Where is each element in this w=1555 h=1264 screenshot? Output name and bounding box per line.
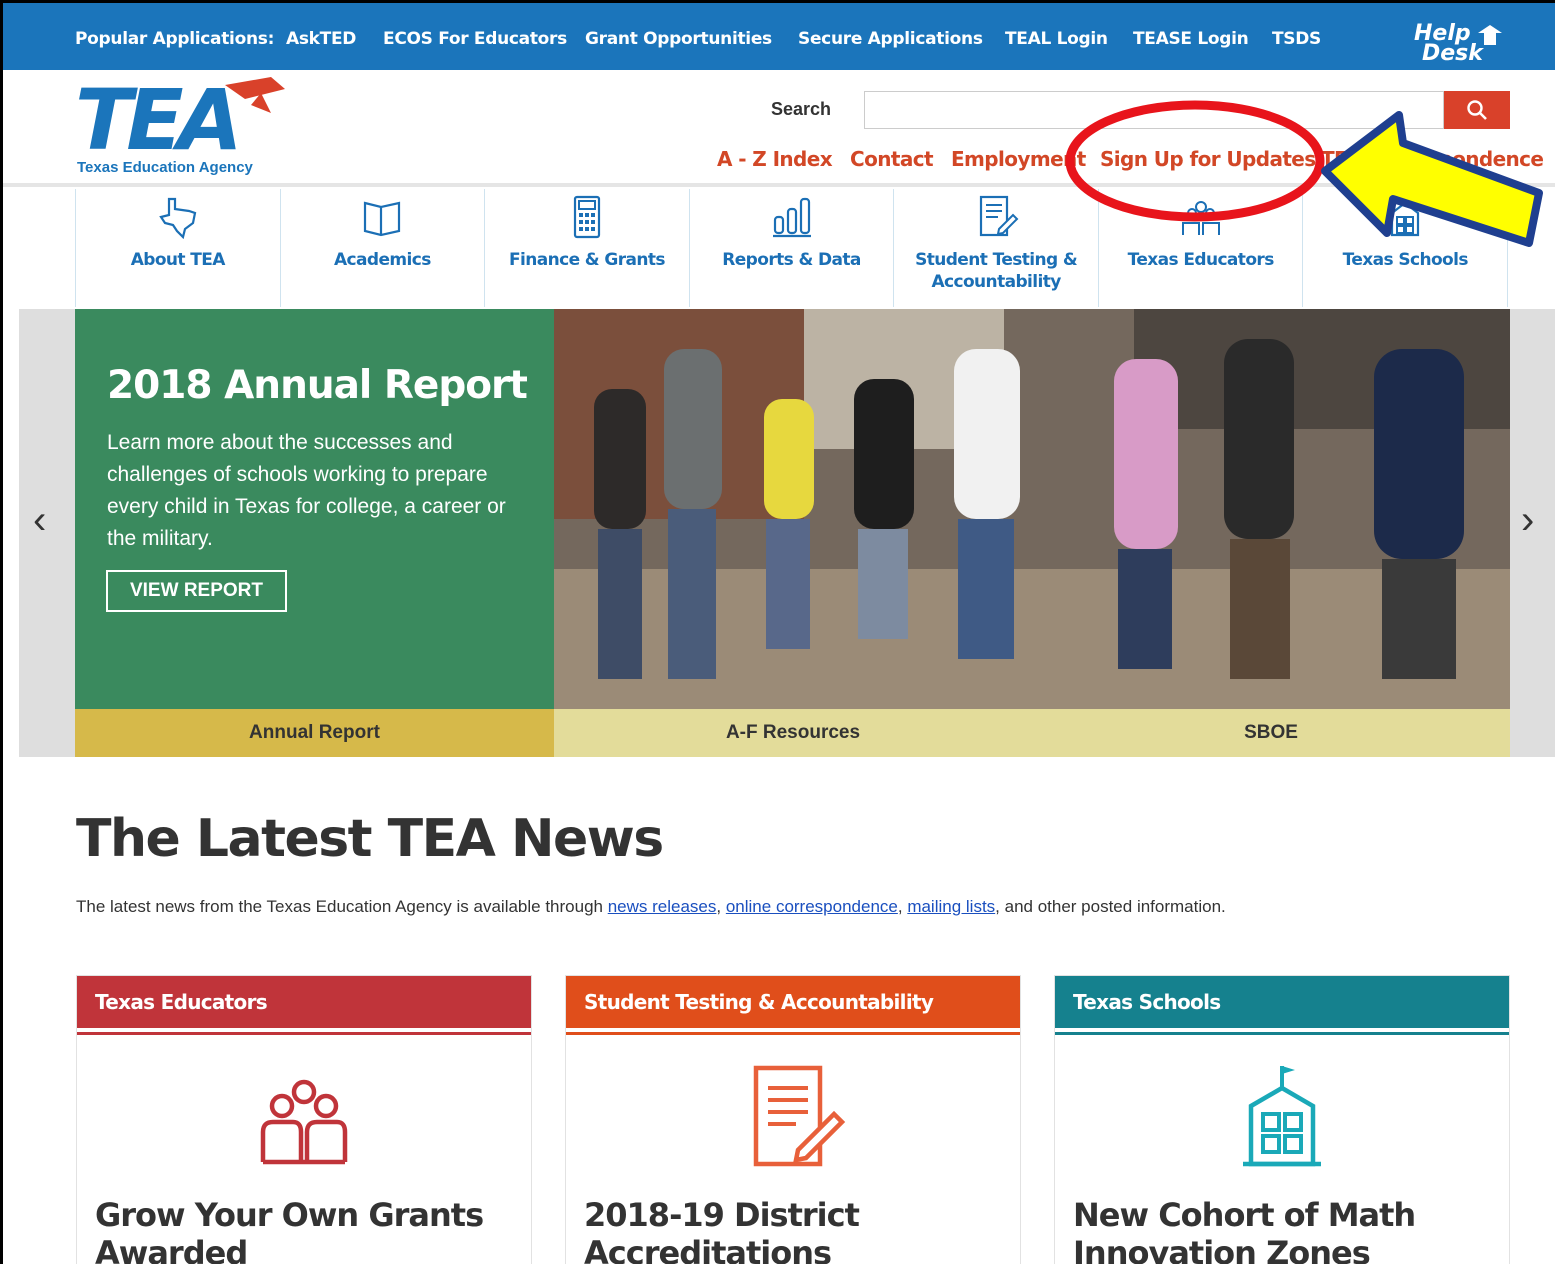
main-nav: About TEA Academics Finance & Grants Rep… [75, 189, 1509, 307]
link-news-releases[interactable]: news releases [608, 897, 717, 916]
card-title[interactable]: 2018-19 District Accreditations Announce… [584, 1196, 1004, 1264]
link-contact[interactable]: Contact [850, 147, 934, 171]
nav-label: Texas Schools [1342, 250, 1469, 270]
link-tea-correspondence[interactable]: TEA Correspondence [1321, 147, 1544, 171]
link-a-z-index[interactable]: A - Z Index [717, 147, 833, 171]
logo-agency-name: Texas Education Agency [77, 159, 253, 176]
texas-map-icon [159, 197, 197, 239]
card-title[interactable]: Grow Your Own Grants Awarded [95, 1196, 515, 1264]
search-input[interactable] [864, 91, 1444, 129]
news-heading: The Latest TEA News [76, 809, 664, 869]
help-desk-arrow-icon [1478, 25, 1502, 45]
search-label: Search [771, 99, 832, 119]
nav-item-texas-educators[interactable]: Texas Educators [1099, 189, 1304, 307]
nav-label: Academics [333, 250, 431, 270]
educators-icon [260, 1079, 348, 1165]
nav-item-about-tea[interactable]: About TEA [76, 189, 281, 307]
nav-item-student-testing[interactable]: Student Testing & Accountability [894, 189, 1099, 307]
carousel-tab-sboe[interactable]: SBOE [1032, 709, 1510, 757]
link-mailing-lists[interactable]: mailing lists [907, 897, 995, 916]
card-divider [566, 1032, 1020, 1035]
link-tsds[interactable]: TSDS [1272, 29, 1321, 49]
carousel-tab-a-f-resources[interactable]: A-F Resources [554, 709, 1032, 757]
news-description: The latest news from the Texas Education… [76, 897, 1226, 916]
header-divider [3, 183, 1555, 187]
nav-item-finance-grants[interactable]: Finance & Grants [485, 189, 690, 307]
link-ecos-for-educators[interactable]: ECOS For Educators [383, 29, 567, 49]
nav-item-reports-data[interactable]: Reports & Data [690, 189, 895, 307]
carousel-next-arrow[interactable]: › [1521, 498, 1534, 543]
card-divider [77, 1032, 531, 1035]
news-card-student-testing[interactable]: Student Testing & Accountability 2018-19… [565, 975, 1021, 1264]
page-frame: Popular Applications: AskTED ECOS For Ed… [0, 0, 1555, 1264]
card-divider [1055, 1032, 1509, 1035]
card-title[interactable]: New Cohort of Math Innovation Zones [1073, 1196, 1493, 1264]
bar-chart-icon [772, 197, 811, 238]
search-icon [1467, 100, 1487, 120]
card-category[interactable]: Texas Schools [1055, 976, 1509, 1028]
card-category[interactable]: Texas Educators [77, 976, 531, 1028]
nav-label: Texas Educators [1127, 250, 1275, 270]
nav-label: Reports & Data [722, 250, 861, 270]
help-desk-button[interactable]: Help Desk [1408, 21, 1518, 66]
slide-title: 2018 Annual Report [107, 363, 528, 408]
nav-label: Student Testing & Accountability [915, 250, 1078, 292]
link-secure-applications[interactable]: Secure Applications [798, 29, 983, 49]
link-tease-login[interactable]: TEASE Login [1133, 29, 1249, 49]
book-icon [364, 201, 401, 237]
students-hallway-photo [554, 309, 1510, 709]
link-grant-opportunities[interactable]: Grant Opportunities [585, 29, 772, 49]
nav-item-texas-schools[interactable]: Texas Schools [1303, 189, 1509, 307]
view-report-button[interactable]: VIEW REPORT [106, 570, 287, 612]
popular-applications-label: Popular Applications: [75, 29, 275, 49]
nav-label: About TEA [130, 250, 226, 270]
educators-icon [1181, 201, 1220, 235]
document-edit-icon [979, 195, 1019, 237]
search-button[interactable] [1444, 91, 1510, 129]
news-card-texas-educators[interactable]: Texas Educators Grow Your Own Grants Awa… [76, 975, 532, 1264]
school-icon [1243, 1066, 1321, 1167]
link-teal-login[interactable]: TEAL Login [1005, 29, 1108, 49]
news-card-texas-schools[interactable]: Texas Schools New Cohort of Math Innovat… [1054, 975, 1510, 1264]
top-bar: Popular Applications: AskTED ECOS For Ed… [3, 3, 1555, 70]
logo-letters: TEA [75, 77, 237, 159]
carousel-prev-arrow[interactable]: ‹ [33, 498, 46, 543]
card-category[interactable]: Student Testing & Accountability [566, 976, 1020, 1028]
document-edit-icon [753, 1065, 846, 1167]
calculator-icon [573, 195, 601, 239]
link-online-correspondence[interactable]: online correspondence [726, 897, 898, 916]
school-icon [1391, 201, 1420, 237]
link-sign-up-for-updates[interactable]: Sign Up for Updates [1100, 147, 1316, 171]
link-askted[interactable]: AskTED [286, 29, 356, 49]
nav-item-academics[interactable]: Academics [281, 189, 486, 307]
nav-label: Finance & Grants [508, 250, 666, 270]
carousel-tab-annual-report[interactable]: Annual Report [75, 709, 554, 757]
slide-description: Learn more about the successes and chall… [107, 431, 506, 550]
link-employment[interactable]: Employment [951, 147, 1086, 171]
help-desk-line2: Desk [1422, 41, 1483, 66]
